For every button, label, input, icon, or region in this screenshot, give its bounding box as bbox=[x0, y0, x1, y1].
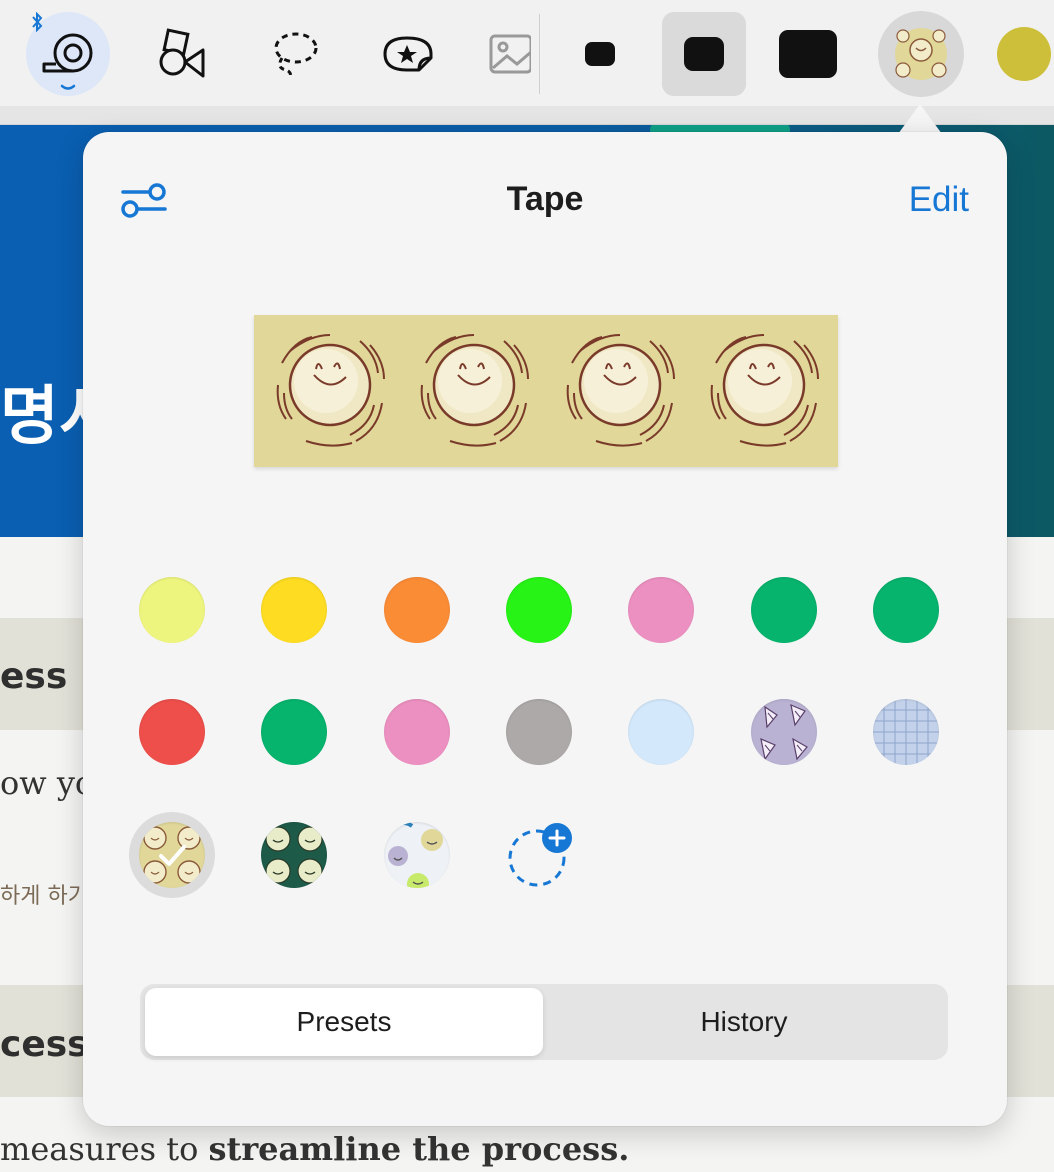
document-heading: ess bbox=[0, 656, 68, 697]
color-swatch-gray[interactable] bbox=[506, 699, 572, 765]
size-large-swatch bbox=[779, 30, 837, 78]
size-large-button[interactable] bbox=[766, 12, 850, 96]
size-small-button[interactable] bbox=[558, 12, 642, 96]
tab-history[interactable]: History bbox=[544, 988, 944, 1056]
popover-arrow bbox=[898, 104, 942, 134]
smiley-faces-pattern-icon bbox=[388, 822, 443, 888]
size-medium-button[interactable] bbox=[662, 12, 746, 96]
add-pattern-icon[interactable] bbox=[507, 822, 573, 888]
color-swatch-red[interactable] bbox=[139, 699, 205, 765]
pattern-swatch-smiley-faces[interactable] bbox=[384, 822, 450, 888]
blue-grid-pattern-icon bbox=[873, 699, 939, 765]
pattern-swatch-green-cats[interactable] bbox=[261, 822, 327, 888]
tape-preview bbox=[254, 315, 838, 467]
color-swatch-pink[interactable] bbox=[384, 699, 450, 765]
lasso-icon bbox=[274, 32, 318, 79]
document-heading: cess bbox=[0, 1024, 89, 1065]
green-cats-pattern-icon bbox=[265, 826, 323, 884]
sticker-tool-button[interactable] bbox=[365, 12, 449, 96]
color-swatch-yellow[interactable] bbox=[261, 577, 327, 643]
sticker-icon bbox=[383, 36, 433, 72]
lasso-tool-button[interactable] bbox=[252, 12, 336, 96]
shapes-icon bbox=[159, 28, 205, 78]
image-icon bbox=[489, 34, 531, 74]
document-body-line: measures to streamline the process. bbox=[0, 1130, 629, 1168]
toolbar-divider bbox=[539, 14, 540, 94]
image-tool-button[interactable] bbox=[478, 12, 540, 96]
yellow-color-dot bbox=[997, 27, 1051, 81]
toolbar bbox=[0, 0, 1054, 107]
document-text-korean: 하게 하기 bbox=[0, 884, 88, 909]
toolbar-shadow-strip bbox=[0, 106, 1054, 125]
document-body-text: measures to bbox=[0, 1130, 209, 1168]
toolbar-pattern-swatch[interactable] bbox=[878, 11, 964, 97]
color-swatch-lime[interactable] bbox=[506, 577, 572, 643]
color-swatch-green[interactable] bbox=[873, 577, 939, 643]
tape-preview-pattern bbox=[276, 333, 820, 447]
lavender-flowers-pattern-icon bbox=[760, 703, 808, 761]
document-text-line: ow yo bbox=[0, 764, 95, 802]
tab-presets[interactable]: Presets bbox=[145, 988, 543, 1056]
smiley-dumpling-pattern-icon bbox=[895, 28, 947, 80]
size-medium-swatch bbox=[684, 37, 724, 71]
popover-title: Tape bbox=[506, 180, 584, 218]
color-swatch-orange[interactable] bbox=[384, 577, 450, 643]
color-swatch-light-blue[interactable] bbox=[628, 699, 694, 765]
checkmark-icon bbox=[159, 845, 186, 866]
toolbar-yellow-swatch[interactable] bbox=[982, 12, 1054, 96]
shapes-tool-button[interactable] bbox=[139, 12, 223, 96]
tape-popover: Tape Edit Presets History bbox=[83, 132, 1007, 1126]
document-body-bold-text: streamline the process. bbox=[208, 1130, 630, 1168]
size-small-swatch bbox=[585, 42, 615, 66]
edit-button[interactable]: Edit bbox=[909, 180, 969, 220]
color-swatch-green[interactable] bbox=[261, 699, 327, 765]
pattern-swatch-blue-grid[interactable] bbox=[873, 699, 939, 765]
pattern-swatch-lavender-flowers[interactable] bbox=[751, 699, 817, 765]
pattern-swatch-smiley-dumpling[interactable] bbox=[139, 822, 205, 888]
bluetooth-icon bbox=[32, 12, 43, 32]
presets-history-segmented-control: Presets History bbox=[140, 984, 948, 1060]
color-swatch-green[interactable] bbox=[751, 577, 817, 643]
color-swatch-pink[interactable] bbox=[628, 577, 694, 643]
color-swatch-light-yellow[interactable] bbox=[139, 577, 205, 643]
